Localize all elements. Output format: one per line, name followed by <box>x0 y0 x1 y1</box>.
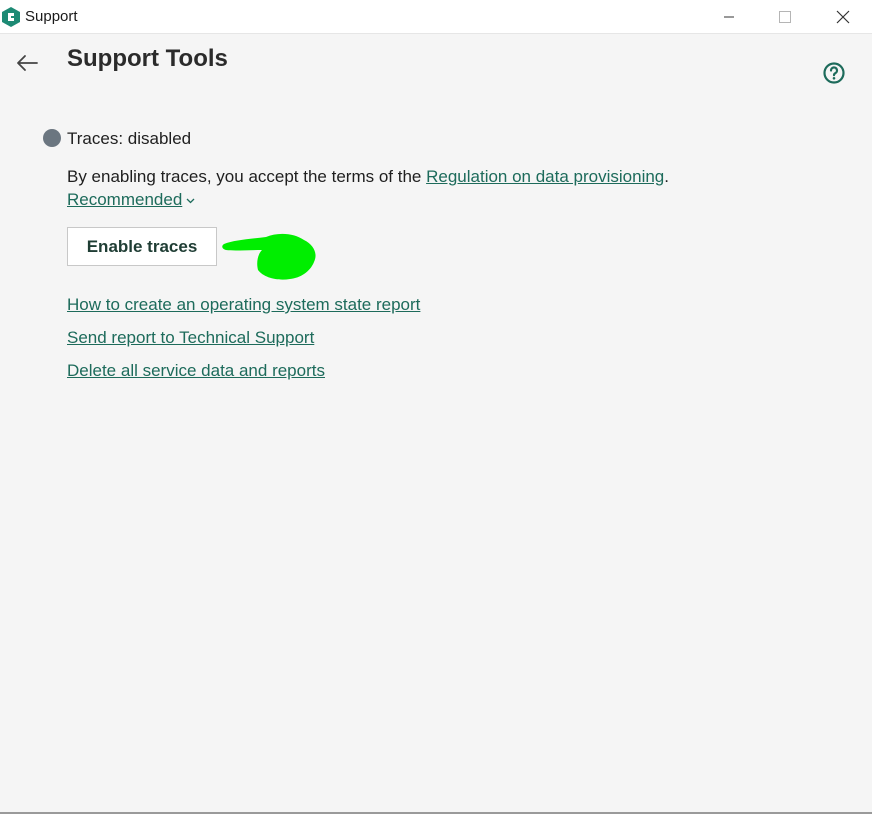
question-circle-icon[interactable] <box>822 61 846 85</box>
page-title: Support Tools <box>67 45 228 72</box>
maximize-icon <box>779 10 791 23</box>
minimize-button[interactable] <box>706 0 752 33</box>
enable-traces-button[interactable]: Enable traces <box>67 227 217 266</box>
arrow-left-icon[interactable] <box>14 52 40 74</box>
terms-prefix: By enabling traces, you accept the terms… <box>67 167 427 186</box>
app-logo-icon <box>2 7 20 27</box>
close-button[interactable] <box>820 0 866 33</box>
chevron-down-icon <box>186 198 195 203</box>
recommended-toggle[interactable]: Recommended <box>67 190 195 210</box>
traces-status-label: Traces: disabled <box>67 129 192 148</box>
minimize-icon <box>724 16 734 17</box>
regulation-link[interactable]: Regulation on data provisioning <box>426 167 664 186</box>
status-indicator <box>43 129 61 147</box>
os-state-report-link[interactable]: How to create an operating system state … <box>67 295 420 315</box>
hand-pointer-icon <box>222 233 316 280</box>
window-title: Support <box>25 8 78 25</box>
send-report-link[interactable]: Send report to Technical Support <box>67 328 314 348</box>
recommended-link[interactable]: Recommended <box>67 190 182 209</box>
terms-suffix: . <box>664 167 669 186</box>
maximize-button[interactable] <box>762 0 808 33</box>
delete-service-data-link[interactable]: Delete all service data and reports <box>67 361 325 381</box>
title-bar: Support <box>0 0 872 34</box>
close-icon <box>836 10 850 23</box>
terms-text: By enabling traces, you accept the terms… <box>67 167 669 187</box>
